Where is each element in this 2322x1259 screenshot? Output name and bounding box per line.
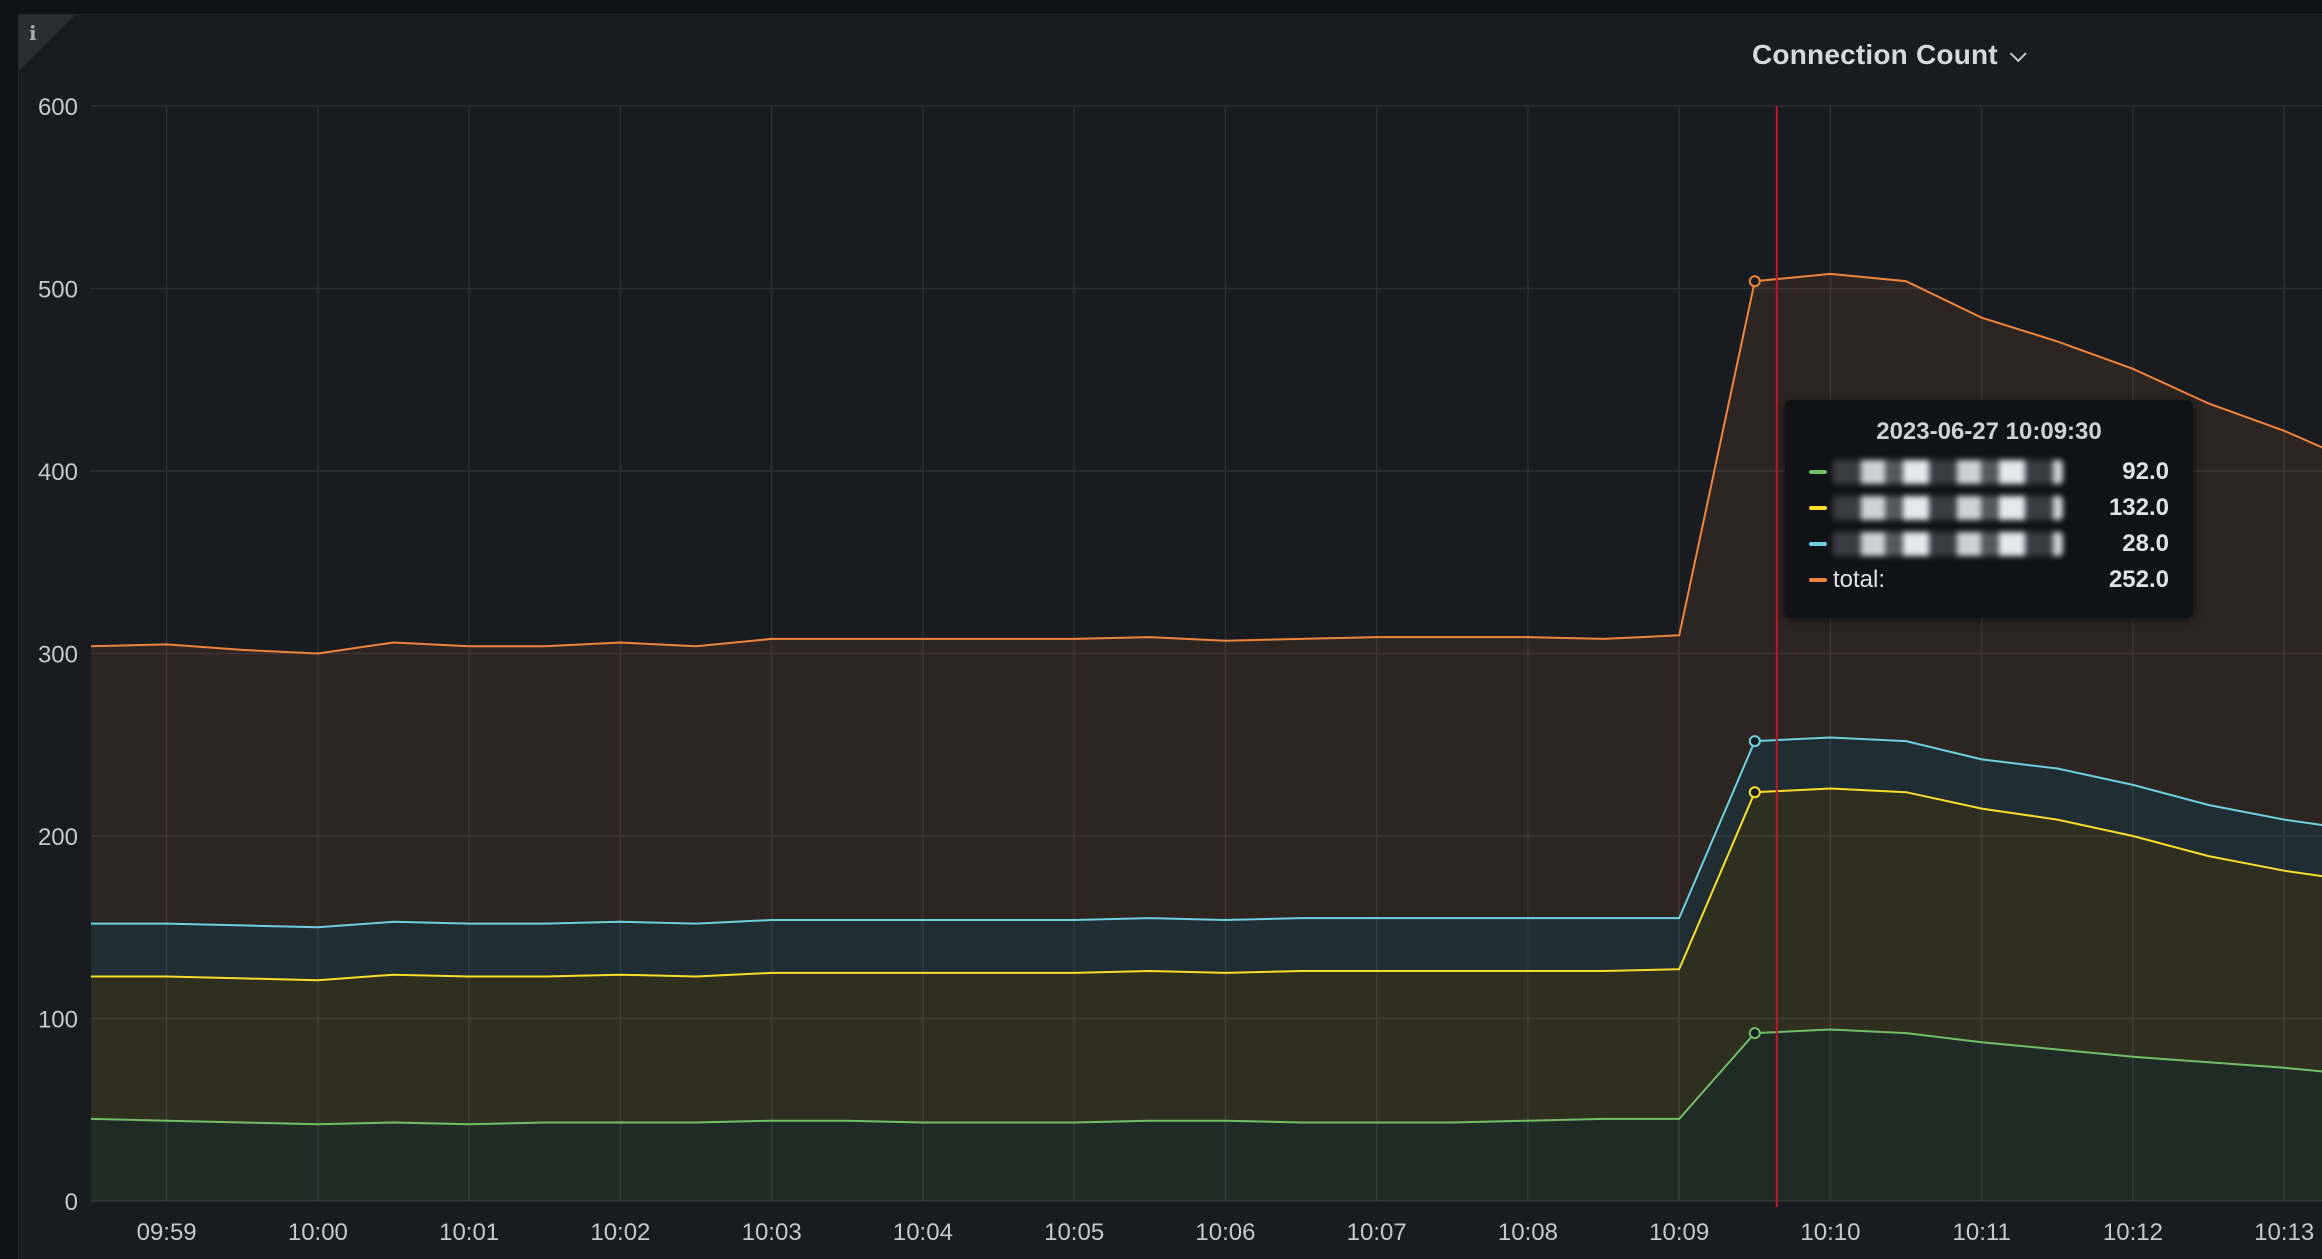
y-tick-label: 0 [65, 1189, 78, 1216]
hover-point-orange [1748, 275, 1761, 288]
redacted-label [1833, 460, 2063, 484]
x-axis-ticks: 09:59 10:00 10:01 10:02 10:03 10:04 10:05 10:06… [137, 1219, 2315, 1246]
tooltip-row-blue: 28.0 [1809, 530, 2169, 560]
x-tick-label: 10:06 [1195, 1219, 1255, 1246]
y-tick-label: 200 [38, 824, 78, 851]
hover-point-blue [1748, 735, 1761, 748]
x-tick-label: 10:11 [1953, 1219, 2011, 1246]
tooltip: 2023-06-27 10:09:30 92.0 132.0 28.0 tota… [1785, 400, 2193, 618]
y-tick-label: 600 [38, 94, 78, 121]
y-tick-label: 500 [38, 277, 78, 304]
tooltip-label-total: total: [1833, 566, 1886, 593]
legend-swatch-orange [1809, 578, 1827, 582]
x-tick-label: 10:03 [742, 1219, 802, 1246]
tooltip-row-total: total: 252.0 [1809, 566, 2169, 596]
tooltip-value: 252.0 [2108, 566, 2169, 593]
x-tick-label: 10:00 [288, 1219, 348, 1246]
tooltip-row-green: 92.0 [1809, 458, 2169, 488]
hover-point-yellow [1748, 786, 1761, 799]
x-tick-label: 10:04 [893, 1219, 953, 1246]
tooltip-value: 132.0 [2108, 494, 2169, 521]
legend-swatch-blue [1809, 542, 1827, 546]
legend-swatch-yellow [1809, 506, 1827, 510]
x-tick-label: 10:01 [439, 1219, 499, 1246]
x-tick-label: 10:08 [1498, 1219, 1558, 1246]
tooltip-row-yellow: 132.0 [1809, 494, 2169, 524]
legend-swatch-green [1809, 470, 1827, 474]
x-tick-label: 10:02 [590, 1219, 650, 1246]
redacted-label [1833, 496, 2063, 520]
x-tick-label: 10:05 [1044, 1219, 1104, 1246]
y-axis-ticks: 0 100 200 300 400 500 600 [38, 94, 78, 1216]
x-tick-label: 10:13 [2254, 1219, 2314, 1246]
redacted-label [1833, 532, 2063, 556]
y-tick-label: 100 [38, 1007, 78, 1034]
x-tick-label: 10:09 [1649, 1219, 1709, 1246]
y-tick-label: 300 [38, 642, 78, 669]
x-tick-label: 09:59 [137, 1219, 197, 1246]
hover-point-green [1748, 1027, 1761, 1040]
connection-count-chart: 0 100 200 300 400 500 600 09:59 10:00 10:01 10:02… [38, 94, 2322, 1246]
y-tick-label: 400 [38, 459, 78, 486]
x-tick-label: 10:07 [1347, 1219, 1407, 1246]
tooltip-time: 2023-06-27 10:09:30 [1876, 418, 2102, 445]
x-tick-label: 10:12 [2103, 1219, 2163, 1246]
x-tick-label: 10:10 [1800, 1219, 1860, 1246]
tooltip-value: 92.0 [2122, 458, 2169, 485]
tooltip-value: 28.0 [2122, 530, 2169, 557]
